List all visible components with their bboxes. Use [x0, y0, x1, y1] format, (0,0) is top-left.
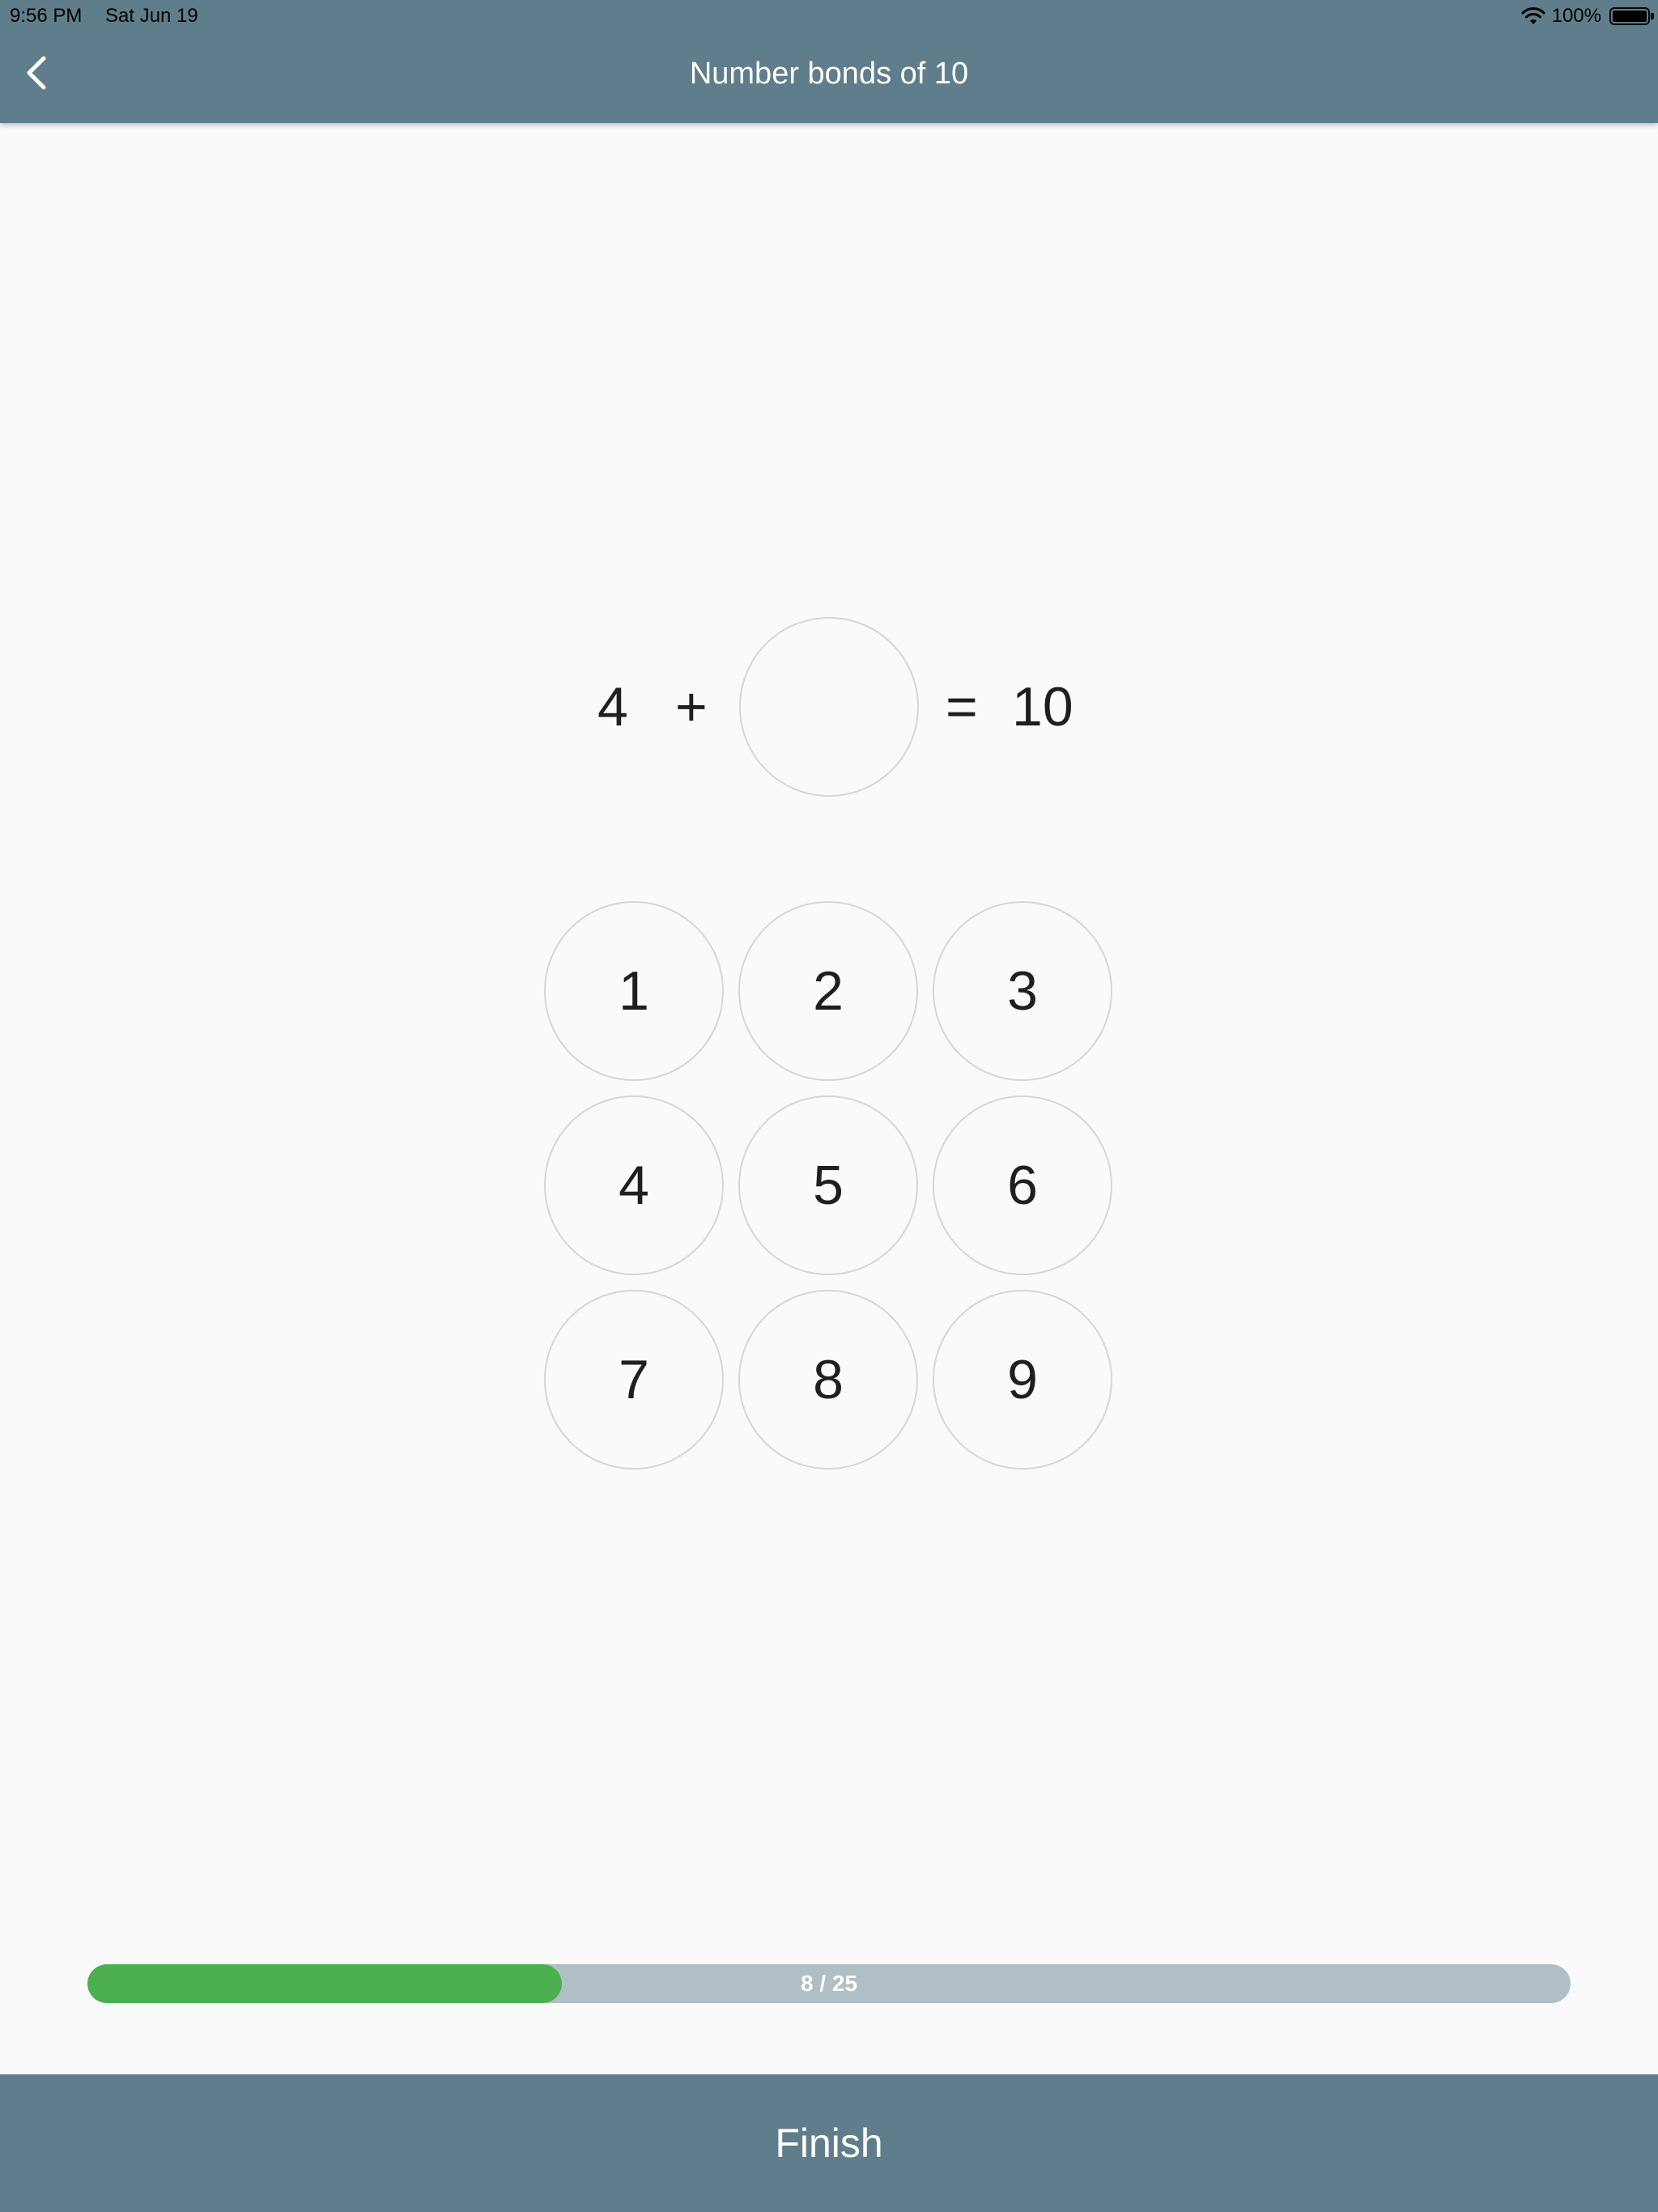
key-1[interactable]: 1: [544, 901, 724, 1081]
battery-percent: 100%: [1551, 5, 1601, 27]
key-6[interactable]: 6: [933, 1095, 1112, 1275]
equation-operator: +: [675, 676, 708, 738]
equation-result: 10: [1012, 676, 1073, 738]
progress-label: 8 / 25: [800, 1971, 858, 1996]
progress-bar: 8 / 25: [87, 1964, 1571, 2003]
equation: 4 + = 10: [0, 617, 1658, 797]
finish-button[interactable]: Finish: [0, 2074, 1658, 2212]
answer-slot[interactable]: [739, 617, 919, 797]
page-title: Number bonds of 10: [689, 57, 969, 91]
key-7[interactable]: 7: [544, 1290, 724, 1470]
status-indicators: 100%: [1521, 5, 1654, 28]
key-5[interactable]: 5: [738, 1095, 918, 1275]
battery-icon: [1609, 7, 1654, 25]
status-bar: 9:56 PM Sat Jun 19 100%: [0, 0, 1658, 32]
equation-operand: 4: [597, 676, 628, 738]
key-4[interactable]: 4: [544, 1095, 724, 1275]
number-keypad: 1 2 3 4 5 6 7 8 9: [544, 901, 1114, 1471]
key-2[interactable]: 2: [738, 901, 918, 1081]
status-time: 9:56 PM: [10, 5, 83, 27]
app-bar: 9:56 PM Sat Jun 19 100% Number bonds of …: [0, 0, 1658, 123]
key-9[interactable]: 9: [933, 1290, 1112, 1470]
equation-equals: =: [946, 676, 978, 738]
screen: 9:56 PM Sat Jun 19 100% Number bonds of …: [0, 0, 1658, 2212]
key-3[interactable]: 3: [933, 901, 1112, 1081]
wifi-icon: [1521, 6, 1545, 26]
key-8[interactable]: 8: [738, 1290, 918, 1470]
status-date: Sat Jun 19: [105, 5, 198, 27]
